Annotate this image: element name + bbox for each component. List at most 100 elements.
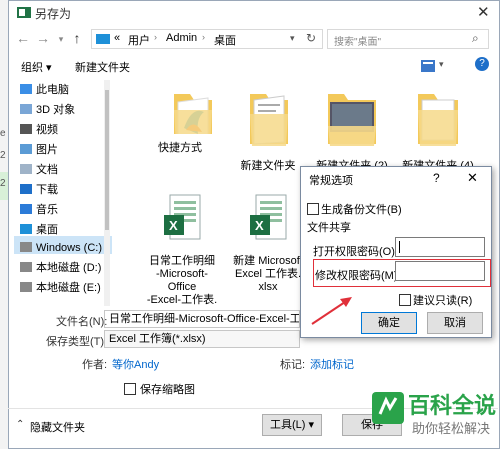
- sidebar-item-d-drive[interactable]: 本地磁盘 (D:): [36, 262, 101, 274]
- file-item[interactable]: 新建文件夹 (4): [402, 88, 474, 173]
- sidebar-item-video[interactable]: 视频: [36, 124, 58, 136]
- toolbar: 组织 ▾ 新建文件夹 ▾ ?: [9, 55, 499, 77]
- savetype-label: 保存类型(T):: [46, 336, 108, 348]
- forward-icon[interactable]: →: [35, 30, 51, 46]
- sidebar-item-pictures[interactable]: 图片: [36, 144, 58, 156]
- sidebar-item-e-drive[interactable]: 本地磁盘 (E:): [36, 282, 101, 294]
- desktop-icon: [20, 224, 32, 234]
- folder-icon: [174, 94, 212, 146]
- background-app-edge: [0, 0, 8, 449]
- file-name: 新建文件夹: [240, 160, 296, 172]
- modify-password-input[interactable]: [395, 261, 485, 281]
- svg-text:X: X: [255, 218, 264, 233]
- watermark-logo: [372, 392, 404, 424]
- breadcrumb-desktop[interactable]: 桌面: [214, 32, 236, 48]
- drive-icon: [20, 262, 32, 272]
- author-label: 作者:: [82, 359, 108, 371]
- tree-scrollbar[interactable]: [104, 80, 110, 306]
- tools-label: 工具(L): [269, 419, 306, 431]
- file-name: 新建 Microsoft Excel 工作表. xlsx: [233, 255, 303, 293]
- open-password-label: 打开权限密码(O):: [313, 246, 398, 258]
- sidebar-item-desktop[interactable]: 桌面: [36, 224, 58, 236]
- back-icon[interactable]: ←: [15, 30, 31, 46]
- navigation-bar: ← → ▾ ↑ « 用户 › Admin › 桌面 ▾ ↻ 搜索"桌面" ⌕: [9, 25, 499, 53]
- sidebar-item-3d[interactable]: 3D 对象: [36, 104, 75, 116]
- breadcrumb-sep: ›: [202, 32, 205, 42]
- music-icon: [20, 204, 32, 214]
- text-cursor: [399, 241, 400, 253]
- address-bar[interactable]: « 用户 › Admin › 桌面 ▾ ↻: [91, 29, 323, 49]
- edge-char: e: [0, 128, 6, 139]
- watermark: 百科全说 助你轻松解决: [370, 386, 498, 446]
- readonly-checkbox[interactable]: [399, 294, 411, 306]
- breadcrumb-sep: ›: [154, 32, 157, 42]
- organize-button[interactable]: 组织 ▾: [21, 59, 52, 75]
- computer-icon: [20, 84, 32, 94]
- refresh-icon[interactable]: ↻: [306, 31, 316, 45]
- close-icon[interactable]: ✕: [467, 170, 478, 186]
- download-icon: [20, 184, 32, 194]
- watermark-subtitle: 助你轻松解决: [412, 421, 491, 436]
- thumbnail-label: 保存缩略图: [140, 384, 195, 396]
- filename-input[interactable]: 日常工作明细-Microsoft-Office-Excel-工作表: [104, 310, 300, 328]
- document-icon: [20, 164, 32, 174]
- savetype-select[interactable]: Excel 工作簿(*.xlsx): [104, 330, 300, 348]
- address-dropdown-icon[interactable]: ▾: [290, 33, 295, 44]
- backup-checkbox[interactable]: [307, 203, 319, 215]
- file-item[interactable]: X 新建 Microsoft Excel 工作表. xlsx: [232, 180, 304, 307]
- ok-button[interactable]: 确定: [361, 312, 417, 334]
- search-placeholder: 搜索"桌面": [334, 37, 382, 48]
- title-bar: 另存为 ✕: [9, 1, 499, 23]
- video-icon: [20, 124, 32, 134]
- sidebar-item-this-pc[interactable]: 此电脑: [36, 84, 69, 96]
- sharing-section-label: 文件共享: [307, 222, 351, 234]
- folder-icon: [418, 94, 458, 146]
- chevron-up-icon[interactable]: ⌃: [16, 419, 24, 430]
- file-item[interactable]: 新建文件夹: [232, 88, 304, 173]
- excel-file-icon: X: [164, 194, 201, 240]
- backup-label: 生成备份文件(B): [321, 204, 402, 216]
- view-icon[interactable]: [421, 60, 435, 72]
- tags-value[interactable]: 添加标记: [310, 356, 354, 372]
- breadcrumb-prefix[interactable]: «: [114, 32, 120, 44]
- tools-button[interactable]: 工具(L) ▾: [262, 414, 322, 436]
- tree-scroll-thumb[interactable]: [105, 90, 109, 230]
- dialog-title: 常规选项: [309, 175, 353, 187]
- file-item[interactable]: 快捷方式: [144, 88, 216, 155]
- desktop-icon: [96, 34, 110, 44]
- window-icon: [17, 7, 31, 18]
- edge-char: 2: [0, 178, 6, 189]
- hide-folders-button[interactable]: 隐藏文件夹: [30, 419, 85, 435]
- file-item[interactable]: X 日常工作明细 -Microsoft-Office -Excel-工作表.: [146, 180, 218, 320]
- help-icon[interactable]: ?: [475, 57, 489, 71]
- file-name: 日常工作明细 -Microsoft-Office -Excel-工作表.: [146, 255, 218, 306]
- author-value[interactable]: 等你Andy: [112, 356, 159, 372]
- folder-photo-icon: [328, 94, 376, 146]
- open-password-input[interactable]: [395, 237, 485, 257]
- breadcrumb-admin[interactable]: Admin: [166, 32, 197, 44]
- cancel-button[interactable]: 取消: [427, 312, 483, 334]
- new-folder-button[interactable]: 新建文件夹: [75, 59, 130, 75]
- svg-text:X: X: [169, 218, 178, 233]
- breadcrumb-users[interactable]: 用户: [128, 32, 150, 48]
- recent-dropdown-icon[interactable]: ▾: [53, 34, 69, 45]
- up-icon[interactable]: ↑: [69, 30, 85, 46]
- file-name: 快捷方式: [158, 142, 202, 154]
- annotation-arrow: [311, 297, 352, 325]
- navigation-tree: 此电脑 3D 对象 视频 图片 文档 下载 音乐 桌面 Windows (C:)…: [14, 80, 110, 302]
- picture-icon: [20, 144, 32, 154]
- view-dropdown-icon[interactable]: ▾: [439, 59, 444, 70]
- search-box[interactable]: 搜索"桌面" ⌕: [327, 29, 489, 49]
- file-item[interactable]: 新建文件夹 (2): [316, 88, 388, 173]
- help-button[interactable]: ?: [433, 171, 440, 185]
- sidebar-item-music[interactable]: 音乐: [36, 204, 58, 216]
- sidebar-item-c-drive[interactable]: Windows (C:): [36, 242, 102, 254]
- sidebar-item-documents[interactable]: 文档: [36, 164, 58, 176]
- thumbnail-checkbox[interactable]: [124, 383, 136, 395]
- drive-icon: [20, 242, 32, 252]
- sidebar-item-downloads[interactable]: 下载: [36, 184, 58, 196]
- search-icon[interactable]: ⌕: [472, 31, 479, 46]
- filename-label: 文件名(N):: [56, 316, 108, 328]
- drive-icon: [20, 282, 32, 292]
- close-icon[interactable]: ✕: [477, 3, 490, 21]
